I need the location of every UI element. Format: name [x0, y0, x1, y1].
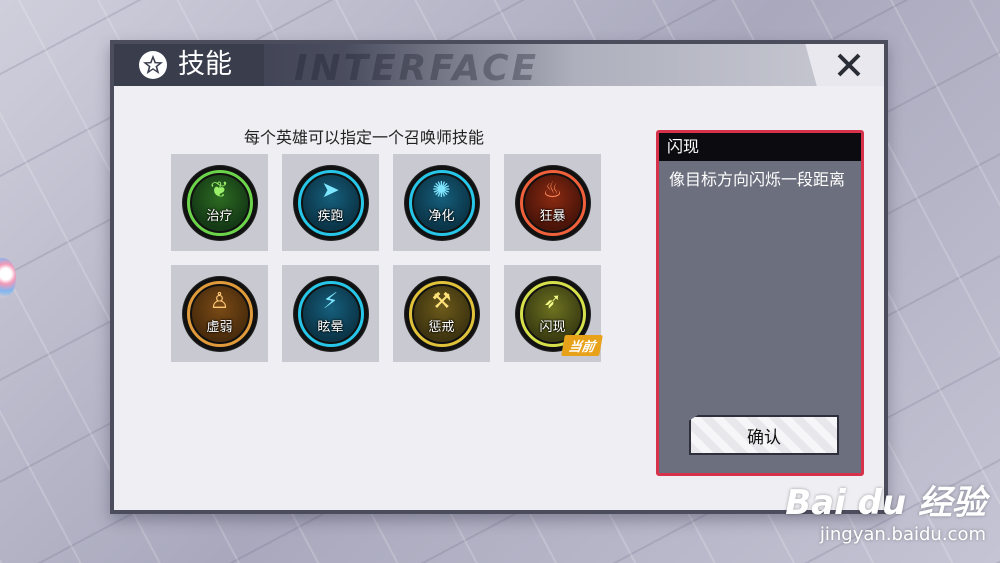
skill-label: 疾跑 — [317, 208, 344, 224]
skill-cell[interactable]: ➤ 疾跑 — [282, 154, 379, 251]
current-badge: 当前 — [561, 335, 603, 356]
skill-label: 治疗 — [206, 208, 233, 224]
skill-label: 闪现 — [539, 319, 566, 335]
skill-glyph: ✺ — [432, 177, 451, 203]
skill-detail-panel: 闪现 像目标方向闪烁一段距离 确认 — [656, 130, 864, 476]
skill-label: 狂暴 — [539, 208, 566, 224]
close-button[interactable] — [805, 44, 884, 86]
skill-cell[interactable]: ✺ 净化 — [393, 154, 490, 251]
header-bg-text: INTERFACE — [294, 48, 540, 89]
skill-dialog: INTERFACE 技能 每个英雄可以指定一个召唤师技能 ❦ 治疗 ➤ 疾跑 ✺ 净化 ♨ 狂… — [110, 40, 888, 514]
skill-glyph: ♙ — [209, 288, 230, 314]
weak-figure-icon: ♙ 虚弱 — [182, 276, 257, 351]
lightning-icon: ⚡ 眩晕 — [293, 276, 368, 351]
skill-cell[interactable]: ⚒ 惩戒 — [393, 265, 490, 362]
skill-cell[interactable]: ➶ 闪现 当前 — [504, 265, 603, 362]
skill-glyph: ➤ — [321, 177, 340, 203]
skill-glyph: ❦ — [210, 177, 229, 203]
skill-label: 净化 — [428, 208, 455, 224]
close-icon — [837, 53, 861, 77]
berserk-icon: ♨ 狂暴 — [515, 165, 590, 240]
skill-label: 眩晕 — [317, 319, 344, 335]
instruction-text: 每个英雄可以指定一个召唤师技能 — [244, 128, 485, 147]
runner-icon: ➤ 疾跑 — [293, 165, 368, 240]
skill-glyph: ⚡ — [322, 288, 339, 314]
skill-cell[interactable]: ❦ 治疗 — [171, 154, 268, 251]
watermark-url: jingyan.baidu.com — [819, 524, 986, 545]
leaf-icon: ❦ 治疗 — [182, 165, 257, 240]
skill-cell[interactable]: ⚡ 眩晕 — [282, 265, 379, 362]
hammer-icon: ⚒ 惩戒 — [404, 276, 479, 351]
skill-label: 虚弱 — [206, 319, 233, 335]
swirl-icon: ✺ 净化 — [404, 165, 479, 240]
skill-glyph: ⚒ — [431, 288, 452, 314]
skill-glyph: ➶ — [543, 288, 562, 314]
star-icon — [138, 50, 168, 80]
skill-glyph: ♨ — [542, 177, 563, 203]
skill-detail-name: 闪现 — [659, 133, 861, 161]
dialog-title: 技能 — [178, 49, 232, 80]
skill-cell[interactable]: ♙ 虚弱 — [171, 265, 268, 362]
skill-cell[interactable]: ♨ 狂暴 — [504, 154, 601, 251]
skill-detail-description: 像目标方向闪烁一段距离 — [669, 170, 846, 189]
skill-grid: ❦ 治疗 ➤ 疾跑 ✺ 净化 ♨ 狂暴 ♙ 虚弱 ⚡ 眩晕 ⚒ 惩戒 ➶ 闪现 当前 — [171, 154, 603, 362]
dialog-header: INTERFACE 技能 — [114, 44, 884, 89]
confirm-button[interactable]: 确认 — [689, 415, 839, 455]
skill-label: 惩戒 — [428, 319, 455, 335]
watermark-brand: Bai du 经验 — [785, 483, 986, 523]
watermark: Bai du 经验 jingyan.baidu.com — [785, 475, 986, 545]
